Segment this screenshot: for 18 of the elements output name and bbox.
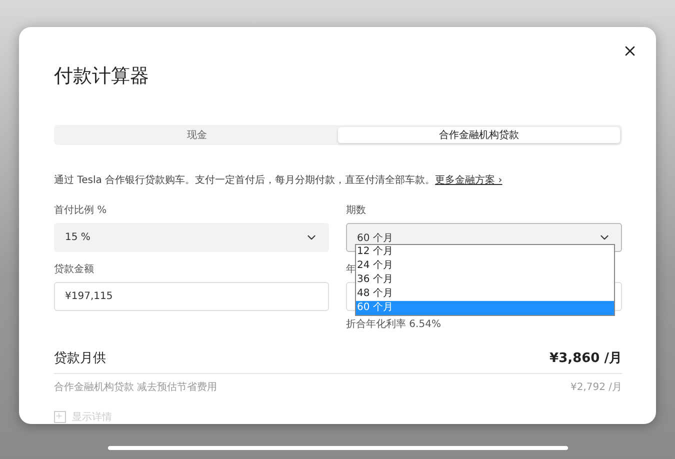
expand-checkbox[interactable] (54, 411, 66, 423)
field-label: 期数 (346, 204, 366, 217)
plus-icon (55, 412, 63, 420)
savings-label: 合作金融机构贷款 减去预估节省费用 (54, 380, 218, 394)
description-text: 通过 Tesla 合作银行贷款购车。支付一定首付后，每月分期付款，直至付清全部车款。更多金融方案 › (54, 174, 504, 187)
payment-tab[interactable]: 合作金融机构贷款 (338, 127, 620, 143)
rate-note: 折合年化利率 6.54% (346, 318, 442, 331)
monthly-payment-value: ¥3,860 /月 (550, 350, 622, 367)
field-label: 首付比例 % (54, 204, 107, 217)
down-payment-select[interactable]: 15 % (54, 223, 329, 252)
payment-tab[interactable]: 现金 (56, 127, 338, 143)
dialog-title: 付款计算器 (54, 64, 150, 89)
field-label: 贷款金额 (54, 262, 94, 276)
monthly-payment-label: 贷款月供 (54, 350, 106, 367)
savings-value: ¥2,792 /月 (570, 381, 622, 394)
loan-amount-field[interactable]: ¥197,115 (54, 282, 329, 311)
more-plans-link[interactable]: 更多金融方案 › (435, 175, 502, 186)
field-label: 年 (346, 263, 356, 276)
